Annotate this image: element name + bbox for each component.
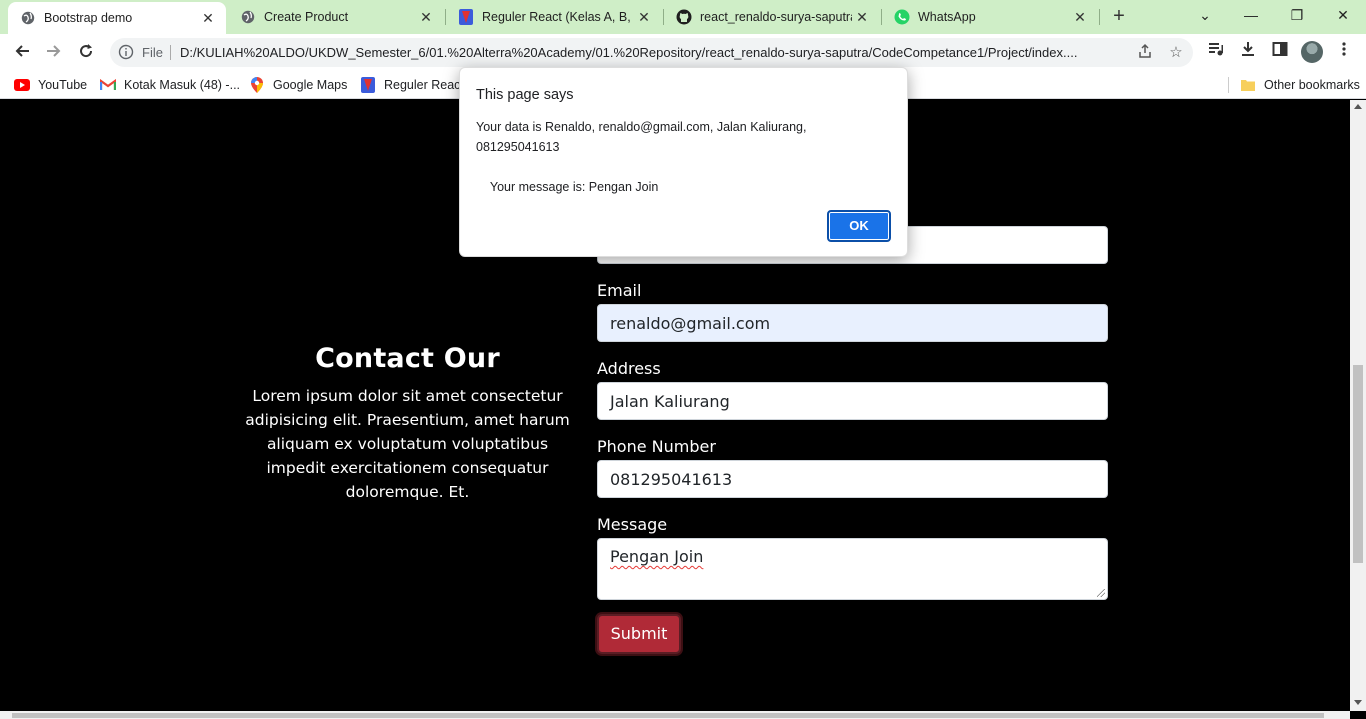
contact-heading: Contact Our	[315, 343, 500, 374]
folder-icon	[1240, 77, 1256, 93]
tab-title: Create Product	[264, 10, 349, 24]
tab-separator	[1099, 9, 1100, 25]
message-text: Pengan Join	[610, 547, 704, 566]
side-panel-icon[interactable]	[1269, 41, 1291, 63]
phone-label: Phone Number	[597, 437, 716, 456]
resize-handle-icon[interactable]	[1097, 589, 1105, 597]
message-textarea[interactable]: Pengan Join	[597, 538, 1108, 600]
ok-button[interactable]: OK	[827, 210, 891, 242]
contact-intro: Contact Our Lorem ipsum dolor sit amet c…	[240, 343, 575, 504]
globe-icon	[20, 10, 36, 26]
url-text[interactable]: D:/KULIAH%20ALDO/UKDW_Semester_6/01.%20A…	[180, 45, 1140, 60]
tab-title: WhatsApp	[918, 10, 976, 24]
bookmarks-separator	[1228, 77, 1229, 93]
close-tab-icon[interactable]: ✕	[852, 9, 872, 26]
profile-avatar[interactable]	[1301, 41, 1323, 63]
scroll-up-icon[interactable]	[1354, 104, 1362, 109]
email-field[interactable]: renaldo@gmail.com	[597, 304, 1108, 342]
close-tab-icon[interactable]: ✕	[1070, 9, 1090, 26]
bookmark-gmail[interactable]: Kotak Masuk (48) -...	[100, 76, 240, 94]
vertical-scrollbar[interactable]	[1350, 100, 1366, 711]
scroll-down-icon[interactable]	[1354, 700, 1362, 705]
youtube-icon	[14, 77, 30, 93]
submit-button[interactable]: Submit	[597, 614, 681, 654]
tab-title: react_renaldo-surya-saputra/	[700, 10, 852, 24]
maps-icon	[249, 77, 265, 93]
tab-bootstrap-demo[interactable]: Bootstrap demo ✕	[8, 2, 226, 34]
bookmark-label: YouTube	[38, 78, 88, 92]
bookmark-reguler-react[interactable]: Reguler React	[360, 76, 464, 94]
close-tab-icon[interactable]: ✕	[634, 9, 654, 26]
address-bar[interactable]: File D:/KULIAH%20ALDO/UKDW_Semester_6/01…	[110, 38, 1193, 67]
forward-arrow-icon[interactable]	[41, 40, 67, 66]
github-icon	[676, 9, 692, 25]
browser-toolbar: File D:/KULIAH%20ALDO/UKDW_Semester_6/01…	[0, 34, 1366, 71]
horizontal-scroll-thumb[interactable]	[12, 713, 1324, 718]
scroll-thumb[interactable]	[1353, 365, 1363, 563]
restore-button[interactable]: ❐	[1274, 0, 1320, 30]
bookmark-star-icon[interactable]: ☆	[1166, 43, 1186, 63]
gmail-icon	[100, 77, 116, 93]
bookmark-label: Google Maps	[273, 78, 348, 92]
message-label: Message	[597, 515, 668, 534]
alert-dialog: This page says Your data is Renaldo, ren…	[459, 67, 908, 257]
contact-description: Lorem ipsum dolor sit amet consectetur a…	[245, 387, 570, 501]
omnibox-divider	[170, 45, 171, 60]
globe-icon	[240, 9, 256, 25]
dialog-message: Your data is Renaldo, renaldo@gmail.com,…	[476, 120, 807, 194]
email-label: Email	[597, 281, 642, 300]
tab-reguler-react[interactable]: Reguler React (Kelas A, B, dan ✕	[446, 0, 662, 34]
dialog-title: This page says	[476, 87, 574, 103]
whatsapp-icon	[894, 9, 910, 25]
info-icon[interactable]	[118, 44, 134, 60]
close-tab-icon[interactable]: ✕	[416, 9, 436, 26]
reload-icon[interactable]	[73, 40, 99, 66]
bookmark-label: Kotak Masuk (48) -...	[124, 78, 241, 92]
address-label: Address	[597, 359, 661, 378]
close-tab-icon[interactable]: ✕	[198, 10, 218, 27]
window-close-button[interactable]: ✕	[1320, 0, 1366, 30]
address-field[interactable]: Jalan Kaliurang	[597, 382, 1108, 420]
tab-title: Reguler React (Kelas A, B, dan	[482, 10, 634, 24]
tab-create-product[interactable]: Create Product ✕	[228, 0, 444, 34]
bookmark-google-maps[interactable]: Google Maps	[249, 76, 347, 94]
tab-github-repo[interactable]: react_renaldo-surya-saputra/ ✕	[664, 0, 880, 34]
phone-field[interactable]: 081295041613	[597, 460, 1108, 498]
alterra-icon	[458, 9, 474, 25]
minimize-button[interactable]: —	[1228, 0, 1274, 30]
alterra-icon	[360, 77, 376, 93]
other-bookmarks-folder[interactable]: Other bookmarks	[1240, 76, 1360, 94]
tab-title: Bootstrap demo	[44, 11, 133, 25]
back-arrow-icon[interactable]	[9, 40, 35, 66]
tab-strip: Bootstrap demo ✕ Create Product ✕ Regule…	[0, 0, 1366, 34]
media-controls-icon[interactable]	[1205, 41, 1227, 63]
bookmark-label: Other bookmarks	[1264, 78, 1360, 92]
share-icon[interactable]	[1135, 43, 1155, 63]
horizontal-scrollbar[interactable]	[0, 711, 1350, 719]
kebab-menu-icon[interactable]	[1333, 41, 1355, 63]
download-icon[interactable]	[1237, 41, 1259, 63]
tab-whatsapp[interactable]: WhatsApp ✕	[882, 0, 1098, 34]
tab-search-chevron-icon[interactable]: ⌄	[1182, 0, 1228, 30]
bookmark-label: Reguler React	[384, 78, 464, 92]
new-tab-button[interactable]: +	[1108, 5, 1130, 27]
url-scheme-label: File	[142, 45, 163, 60]
bookmark-youtube[interactable]: YouTube	[14, 76, 87, 94]
